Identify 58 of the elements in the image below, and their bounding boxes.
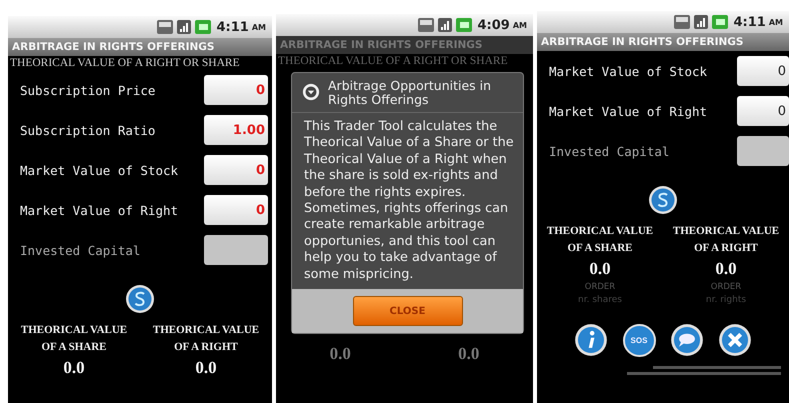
info-button[interactable] — [574, 323, 608, 357]
calculate-button[interactable] — [125, 284, 155, 314]
sos-button[interactable]: SOS — [622, 323, 656, 357]
battery-icon — [194, 20, 210, 34]
result-value: 0.0 — [715, 259, 737, 279]
field-label: Market Value of Stock — [20, 162, 178, 178]
result-value: 0.0 — [63, 358, 85, 378]
network-3g-icon — [674, 15, 690, 29]
input-field[interactable]: 0 — [204, 195, 268, 225]
network-3g-icon — [418, 18, 434, 32]
result-heading: THEORICAL VALUE OF A RIGHT — [672, 224, 780, 256]
result-heading: THEORICAL VALUE OF A RIGHT — [152, 323, 260, 355]
input-field[interactable]: 0 — [737, 96, 789, 126]
clock-ampm: AM — [768, 18, 783, 26]
chevron-down-icon — [302, 83, 320, 101]
dialog-text: This Trader Tool calculates the Theorical Value of a Share or the Theorical Value of a Right when the share is sold ex-rights and before the rights expires. Sometimes, rights offerings can create remarkable arbitrage opportunies, and this tool can help you to take advantage of some mispricing. — [303, 118, 515, 284]
network-3g-icon — [156, 20, 172, 34]
clock-time: 4:09 — [478, 18, 510, 32]
field-label: Market Value of Right — [549, 104, 708, 118]
result-value: 0.0 — [195, 358, 217, 378]
clock-time: 4:11 — [216, 20, 249, 34]
section-heading: THEORICAL VALUE OF A RIGHT OR SHARE — [277, 54, 509, 68]
order-label: ORDER — [584, 282, 616, 292]
input-field[interactable]: 0 — [737, 56, 789, 86]
order-hint: nr. rights — [706, 295, 746, 305]
result-value: 0.0 — [330, 344, 351, 364]
clock-ampm: AM — [512, 20, 527, 30]
battery-icon — [712, 15, 728, 29]
battery-icon — [456, 18, 472, 32]
app-title: ARBITRAGE IN RIGHTS OFFERINGS — [537, 33, 789, 51]
field-label: Invested Capital — [20, 242, 140, 258]
app-title: ARBITRAGE IN RIGHTS OFFERINGS — [8, 38, 272, 56]
dialog-title: Arbitrage Opportunities in Rights Offerings — [328, 79, 492, 107]
field-label: Subscription Ratio — [20, 122, 156, 138]
clock-time: 4:11 — [734, 14, 766, 30]
section-heading: THEORICAL VALUE OF A RIGHT OR SHARE — [9, 56, 241, 70]
close-button[interactable]: CLOSE — [352, 296, 462, 326]
result-value: 0.0 — [458, 344, 480, 364]
field-label: Market Value of Right — [20, 202, 178, 218]
result-heading: THEORICAL VALUE OF A SHARE — [546, 224, 654, 256]
clock-ampm: AM — [252, 22, 266, 32]
input-field[interactable]: 0 — [204, 75, 268, 105]
chat-button[interactable] — [670, 323, 704, 357]
result-value: 0.0 — [589, 259, 611, 279]
signal-icon — [436, 18, 452, 32]
order-label: ORDER — [710, 282, 742, 292]
result-heading: THEORICAL VALUE OF A SHARE — [20, 323, 128, 355]
exit-button[interactable] — [718, 323, 752, 357]
field-label: Subscription Price — [20, 82, 156, 98]
signal-icon — [176, 20, 192, 34]
app-title: ARBITRAGE IN RIGHTS OFFERINGS — [276, 36, 533, 54]
field-label: Market Value of Stock — [549, 64, 708, 78]
field-label: Invested Capital — [549, 144, 670, 158]
calculate-button[interactable] — [648, 185, 678, 215]
input-field[interactable]: 0 — [204, 155, 268, 185]
signal-icon — [692, 15, 708, 29]
input-field[interactable]: 1.00 — [204, 115, 268, 145]
order-hint: nr. shares — [578, 295, 622, 305]
